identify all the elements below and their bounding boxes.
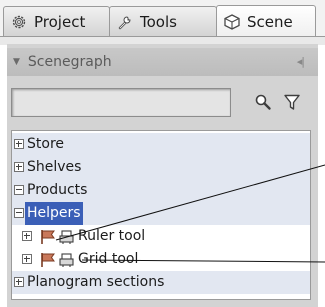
tree-item-products[interactable]: Products <box>12 179 310 202</box>
gear-icon <box>10 13 28 31</box>
expand-plus-icon[interactable] <box>14 277 24 287</box>
tab-tools[interactable]: Tools <box>109 6 217 36</box>
tree-item-label: Ruler tool <box>78 228 146 244</box>
flag-icon <box>39 252 57 268</box>
panel-title: Scenegraph <box>27 54 112 70</box>
tab-bar: Project Tools Scene <box>0 0 325 45</box>
tree-item-grid-tool[interactable]: Grid tool <box>12 248 310 271</box>
scenegraph-tree: Store Shelves Products Helpers Ruler too… <box>11 130 311 300</box>
expand-plus-icon[interactable] <box>22 254 32 264</box>
scenegraph-panel: ▼ Scenegraph ◂| Store Shelves Products H… <box>7 44 318 307</box>
tree-item-helpers[interactable]: Helpers <box>12 202 310 225</box>
tool-icon <box>58 229 76 245</box>
tree-item-label: Grid tool <box>78 251 139 267</box>
tab-project[interactable]: Project <box>3 6 110 36</box>
tool-icon <box>58 252 76 268</box>
expand-plus-icon[interactable] <box>14 162 24 172</box>
collapse-minus-icon[interactable] <box>14 208 24 218</box>
tab-scene-label: Scene <box>247 12 293 31</box>
tab-scene[interactable]: Scene <box>216 5 316 37</box>
tree-item-label: Planogram sections <box>27 274 165 290</box>
expand-triangle-icon[interactable]: ▼ <box>13 57 20 67</box>
tab-project-label: Project <box>34 12 86 31</box>
search-row <box>7 88 318 122</box>
collapse-minus-icon[interactable] <box>14 185 24 195</box>
tree-item-label: Helpers <box>25 202 83 225</box>
tree-item-store[interactable]: Store <box>12 133 310 156</box>
tree-item-label: Store <box>27 136 65 152</box>
tree-item-label: Shelves <box>27 159 82 175</box>
panel-header[interactable]: ▼ Scenegraph ◂| <box>7 48 318 76</box>
expand-plus-icon[interactable] <box>22 231 32 241</box>
filter-icon[interactable] <box>282 92 302 112</box>
expand-plus-icon[interactable] <box>14 139 24 149</box>
flag-icon <box>39 229 57 245</box>
search-input[interactable] <box>11 88 231 117</box>
tree-item-ruler-tool[interactable]: Ruler tool <box>12 225 310 248</box>
collapse-icon[interactable]: ◂| <box>297 55 305 68</box>
magnifier-icon[interactable] <box>253 92 273 112</box>
tree-item-label: Products <box>27 182 88 198</box>
tree-item-shelves[interactable]: Shelves <box>12 156 310 179</box>
tab-tools-label: Tools <box>140 12 177 31</box>
wrench-icon <box>116 13 134 31</box>
cube-icon <box>223 13 241 31</box>
tree-item-planogram-sections[interactable]: Planogram sections <box>12 271 310 294</box>
